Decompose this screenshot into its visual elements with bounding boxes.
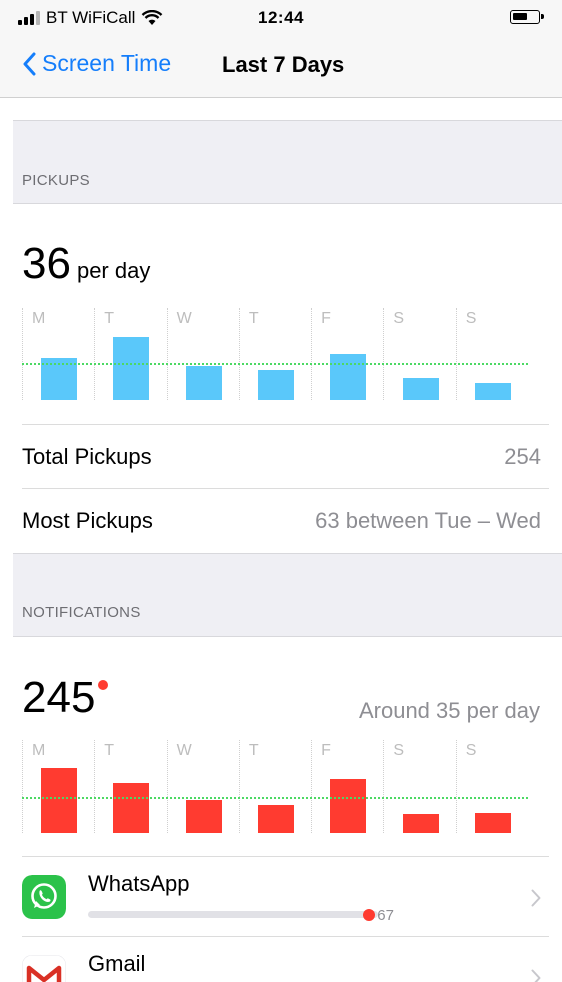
notifications-day-label: S: [393, 742, 405, 759]
total-pickups-row: Total Pickups 254: [22, 424, 549, 488]
chevron-right-icon: [531, 889, 541, 907]
notifications-day-column: S: [455, 740, 528, 833]
pickups-per-day: 36 per day: [22, 242, 150, 286]
notifications-day-label: S: [465, 742, 477, 759]
notifications-day-column: T: [238, 740, 311, 833]
notification-dot-icon: [98, 680, 109, 690]
notifications-day-column: F: [311, 740, 383, 833]
chevron-right-icon: [531, 969, 541, 982]
usage-bar-dot: [363, 909, 376, 921]
notifications-average-line: [22, 797, 528, 799]
notifications-chart: MTWTFSS: [22, 740, 528, 833]
chevron-left-icon: [23, 52, 36, 75]
back-button-label: Screen Time: [42, 50, 172, 76]
notifications-value: 245: [22, 673, 96, 722]
pickups-day-label: M: [32, 310, 46, 327]
notifications-day-label: T: [248, 742, 259, 759]
pickups-value: 36: [22, 239, 71, 288]
total-pickups-value: 254: [504, 443, 541, 469]
app-name-gmail: Gmail: [88, 951, 146, 976]
notifications-section-header: NOTIFICATIONS: [22, 604, 141, 621]
pickups-bar: [474, 383, 511, 400]
notifications-bar: [474, 813, 511, 833]
navigation-bar: Screen Time Last 7 Days: [0, 36, 562, 98]
pickups-day-column: T: [94, 308, 166, 400]
notifications-section-gap: [13, 553, 562, 637]
app-name-whatsapp: WhatsApp: [88, 871, 190, 896]
pickups-chart: MTWTFSS: [22, 308, 528, 400]
pickups-day-column: F: [311, 308, 383, 400]
notifications-day-column: W: [166, 740, 239, 833]
pickups-day-label: T: [248, 310, 259, 327]
notifications-day-label: T: [104, 742, 115, 759]
pickups-section-gap: [13, 120, 562, 204]
notifications-total: 245: [22, 673, 109, 722]
pickups-day-column: W: [166, 308, 239, 400]
back-button[interactable]: Screen Time: [22, 50, 171, 77]
whatsapp-icon: [22, 875, 66, 919]
gmail-icon: [22, 955, 66, 982]
pickups-day-label: S: [393, 310, 405, 327]
notifications-bar: [330, 779, 367, 833]
pickups-day-label: S: [465, 310, 477, 327]
pickups-section-header: PICKUPS: [22, 172, 90, 189]
notifications-bar: [113, 783, 150, 833]
pickups-bar: [185, 366, 222, 400]
pickups-day-column: S: [383, 308, 455, 400]
page-title: Last 7 Days: [222, 52, 345, 77]
status-time: 12:44: [258, 8, 304, 27]
usage-bar-whatsapp: [88, 911, 378, 918]
notifications-day-label: W: [176, 742, 192, 759]
pickups-bar: [257, 370, 294, 400]
notifications-day-column: M: [22, 740, 94, 833]
most-pickups-value: 63 between Tue – Wed: [315, 507, 541, 533]
notifications-bar: [257, 805, 294, 833]
app-row-gmail[interactable]: Gmail: [22, 936, 549, 982]
pickups-day-column: T: [238, 308, 311, 400]
notifications-bar: [402, 814, 439, 833]
most-pickups-row: Most Pickups 63 between Tue – Wed: [22, 488, 549, 552]
pickups-bar: [330, 354, 367, 400]
pickups-day-column: M: [22, 308, 94, 400]
pickups-day-label: W: [176, 310, 192, 327]
most-pickups-label: Most Pickups: [22, 507, 153, 533]
total-pickups-label: Total Pickups: [22, 443, 152, 469]
notifications-day-label: F: [321, 742, 331, 759]
notifications-day-label: M: [32, 742, 46, 759]
notifications-bar: [41, 768, 78, 833]
app-count-whatsapp: 67: [377, 907, 394, 924]
pickups-unit: per day: [76, 258, 151, 283]
pickups-day-label: T: [104, 310, 115, 327]
notifications-day-column: S: [383, 740, 455, 833]
app-row-whatsapp[interactable]: WhatsApp 67: [22, 856, 549, 936]
pickups-bar: [113, 337, 150, 400]
pickups-bar: [402, 378, 439, 400]
notifications-bar: [185, 800, 222, 833]
pickups-average-line: [22, 363, 528, 365]
pickups-day-label: F: [321, 310, 331, 327]
status-bar: BT WiFiCall 12:44: [0, 0, 562, 36]
notifications-daily-average: Around 35 per day: [358, 698, 540, 723]
notifications-day-column: T: [94, 740, 166, 833]
battery-icon: [510, 10, 544, 24]
pickups-day-column: S: [455, 308, 528, 400]
